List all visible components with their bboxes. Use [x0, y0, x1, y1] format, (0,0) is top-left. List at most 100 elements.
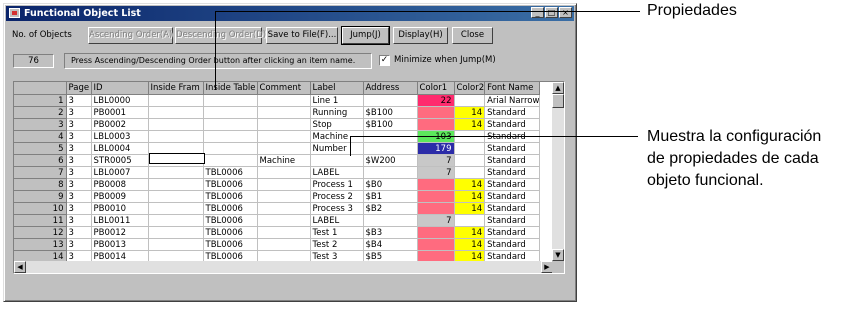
table-row[interactable]: 8 3 PB0008 TBL0006 Process 1 $B0 14 Standard [14, 178, 541, 191]
column-header-address[interactable]: Address [363, 82, 418, 95]
table-row[interactable]: 3 3 PB0002 Stop $B100 14 Standard [14, 118, 541, 131]
address-cell: $B0 [363, 178, 418, 191]
column-header-label[interactable]: Label [310, 82, 364, 95]
title-bar[interactable]: Functional Object List _ □ × [6, 6, 574, 21]
address-cell: $B100 [363, 106, 418, 119]
column-header-comment[interactable]: Comment [257, 82, 311, 95]
table-row[interactable]: 2 3 PB0001 Running $B100 14 Standard [14, 106, 541, 119]
table-row[interactable]: 1 3 LBL0000 Line 1 22 Arial Narrow [14, 94, 541, 107]
column-header-id[interactable]: ID [91, 82, 149, 95]
inside-frame-cell [148, 214, 204, 227]
close-button[interactable]: Close [452, 27, 493, 44]
inside-table-cell: TBL0006 [203, 166, 258, 179]
color1-cell [417, 226, 455, 239]
label-cell: Process 3 [310, 202, 364, 215]
comment-cell [257, 190, 311, 203]
table-row[interactable]: 6 3 STR0005 Machine $W200 7 Standard [14, 154, 541, 167]
object-list-grid[interactable]: Page ID Inside Fram Inside Table Comment Labe… [13, 81, 565, 274]
page-cell: 3 [66, 118, 92, 131]
inside-frame-cell [148, 190, 204, 203]
color1-cell: 7 [417, 214, 455, 227]
column-header-font-name[interactable]: Font Name [484, 82, 541, 95]
column-header-color1[interactable]: Color1 [417, 82, 455, 95]
row-number-cell: 5 [14, 142, 67, 155]
id-cell: PB0013 [91, 238, 149, 251]
comment-cell [257, 214, 311, 227]
inside-table-cell [203, 154, 258, 167]
inside-frame-cell [148, 226, 204, 239]
color2-cell: 14 [454, 178, 486, 191]
row-number-cell: 9 [14, 190, 67, 203]
table-header-row: Page ID Inside Fram Inside Table Comment Labe… [14, 82, 541, 95]
maximize-button[interactable]: □ [545, 7, 558, 18]
color1-cell [417, 190, 455, 203]
id-cell: LBL0003 [91, 130, 149, 143]
column-header-inside-fram[interactable]: Inside Fram [148, 82, 204, 95]
row-number-cell: 2 [14, 106, 67, 119]
table-row[interactable]: 10 3 PB0010 TBL0006 Process 3 $B2 14 Standard [14, 202, 541, 215]
inside-frame-cell [148, 202, 204, 215]
page-cell: 3 [66, 226, 92, 239]
cell-edit-box[interactable] [149, 153, 205, 164]
id-cell: LBL0004 [91, 142, 149, 155]
column-header-page[interactable]: Page [66, 82, 92, 95]
scroll-up-icon[interactable]: ▲ [552, 82, 564, 94]
row-number-cell: 13 [14, 238, 67, 251]
functional-object-list-window: Functional Object List _ □ × No. of Obje… [3, 3, 577, 302]
row-number-cell: 1 [14, 94, 67, 107]
table-row[interactable]: 9 3 PB0009 TBL0006 Process 2 $B1 14 Standard [14, 190, 541, 203]
vertical-scrollbar[interactable]: ▲ ▼ [552, 82, 564, 261]
page-cell: 3 [66, 214, 92, 227]
page-cell: 3 [66, 190, 92, 203]
column-header-color2[interactable]: Color2 [454, 82, 486, 95]
label-cell [310, 154, 364, 167]
inside-frame-cell [148, 238, 204, 251]
inside-frame-cell [148, 118, 204, 131]
label-cell: Number [310, 142, 364, 155]
column-header-inside-table[interactable]: Inside Table [203, 82, 258, 95]
table-row[interactable]: 7 3 LBL0007 TBL0006 LABEL 7 Standard [14, 166, 541, 179]
color2-cell [454, 154, 486, 167]
save-to-file-button[interactable]: Save to File(F)... [266, 27, 338, 44]
address-cell [363, 166, 418, 179]
close-window-button[interactable]: × [559, 7, 572, 18]
comment-cell: Machine [257, 154, 311, 167]
id-cell: PB0009 [91, 190, 149, 203]
page-cell: 3 [66, 154, 92, 167]
descending-order-button[interactable]: Descending Order(D) [175, 27, 266, 44]
page-cell: 3 [66, 142, 92, 155]
table-row[interactable]: 13 3 PB0013 TBL0006 Test 2 $B4 14 Standard [14, 238, 541, 251]
description-leader-vertical [350, 136, 351, 156]
page-cell: 3 [66, 178, 92, 191]
font-name-cell: Standard [484, 178, 541, 191]
table-row[interactable]: 11 3 LBL0011 TBL0006 LABEL 7 Standard [14, 214, 541, 227]
vertical-scroll-thumb[interactable] [552, 94, 564, 108]
jump-button[interactable]: Jump(J) [341, 26, 390, 45]
scroll-down-icon[interactable]: ▼ [552, 249, 564, 261]
id-cell: STR0005 [91, 154, 149, 167]
color1-cell: 22 [417, 94, 455, 107]
description-callout-line-2: de propiedades de cada [647, 150, 819, 167]
address-cell: $W200 [363, 154, 418, 167]
column-header-rownum[interactable] [14, 82, 67, 95]
comment-cell [257, 178, 311, 191]
table-row[interactable]: 5 3 LBL0004 Number 179 Standard [14, 142, 541, 155]
table-row[interactable]: 12 3 PB0012 TBL0006 Test 1 $B3 14 Standard [14, 226, 541, 239]
scroll-left-icon[interactable]: ◀ [14, 261, 26, 273]
minimize-button[interactable]: _ [531, 7, 544, 18]
id-cell: PB0001 [91, 106, 149, 119]
label-cell: Process 2 [310, 190, 364, 203]
row-number-cell: 12 [14, 226, 67, 239]
font-name-cell: Standard [484, 202, 541, 215]
row-number-cell: 10 [14, 202, 67, 215]
id-cell: LBL0000 [91, 94, 149, 107]
address-cell: $B4 [363, 238, 418, 251]
ascending-order-button[interactable]: Ascending Order(A) [88, 27, 173, 44]
display-button[interactable]: Display(H) [393, 27, 448, 44]
inside-table-cell: TBL0006 [203, 178, 258, 191]
minimize-when-jump-checkbox[interactable]: ✓ [379, 55, 390, 66]
horizontal-scrollbar[interactable]: ◀ ▶ [14, 261, 553, 273]
comment-cell [257, 106, 311, 119]
row-number-cell: 7 [14, 166, 67, 179]
address-cell [363, 214, 418, 227]
